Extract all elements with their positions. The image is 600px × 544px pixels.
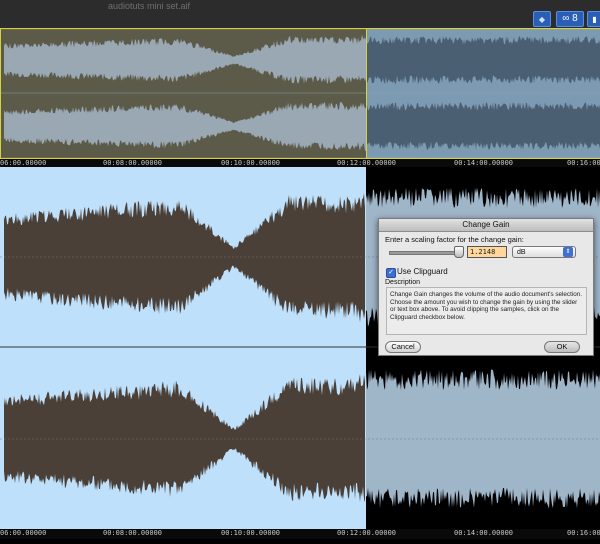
gain-slider[interactable] [389,251,463,255]
timeline-ruler-bottom: 06:00.00000 00:08:00.00000 00:10:00.0000… [0,529,600,539]
overview-waveform-channel [367,36,600,84]
diamond-arrows-icon: ◆ [538,14,546,24]
loop-button[interactable]: ∞ 8 [556,11,584,27]
tick-label: 00:12:00.00000 [337,159,397,167]
tick-label: 06:00.00000 [0,529,47,537]
change-gain-dialog: Change Gain Enter a scaling factor for t… [378,218,594,356]
tick-label: 00:10:00.00000 [221,529,281,537]
dialog-title: Change Gain [379,219,593,232]
bookmark-icon: ▮ [592,14,597,24]
tick-label: 00:14:00.00000 [454,529,514,537]
clipguard-label[interactable]: Use Clipguard [397,267,448,276]
unit-select[interactable]: dB ⇕ [512,246,576,258]
clipguard-checkbox[interactable]: ✓ [386,268,396,278]
gain-value-input[interactable]: 1.2148 [467,246,507,258]
tick-label: 00:14:00.00000 [454,159,514,167]
infinity-icon: ∞ 8 [562,13,578,24]
overview-waveform[interactable] [0,28,600,159]
tick-label: 00:16:00.0 [567,159,600,167]
tick-label: 00:08:00.00000 [103,529,163,537]
overview-waveform-channel [367,102,600,150]
cue-button[interactable]: ▮ [587,11,600,27]
ok-button[interactable]: OK [544,341,580,353]
cancel-button[interactable]: Cancel [385,341,421,353]
checkmark-icon: ✓ [388,269,394,276]
unit-select-value: dB [517,249,526,256]
tick-label: 06:00.00000 [0,159,47,167]
gain-prompt: Enter a scaling factor for the change ga… [385,235,524,244]
select-arrows-icon: ⇕ [563,247,573,257]
tick-label: 00:12:00.00000 [337,529,397,537]
tick-label: 00:08:00.00000 [103,159,163,167]
play-selection-button[interactable]: ◆ [533,11,551,27]
description-text: Change Gain changes the volume of the au… [390,291,582,321]
gain-slider-knob[interactable] [454,246,464,258]
description-box: Change Gain changes the volume of the au… [386,287,587,335]
description-heading: Description [385,279,421,286]
window-title: audiotuts mini set.aif [108,1,191,11]
window-titlebar: audiotuts mini set.aif ◆ ∞ 8 ▮ [0,0,600,29]
overview-waveform-graphic [0,28,600,159]
tick-label: 00:16:00.0 [567,529,600,537]
tick-label: 00:10:00.00000 [221,159,281,167]
